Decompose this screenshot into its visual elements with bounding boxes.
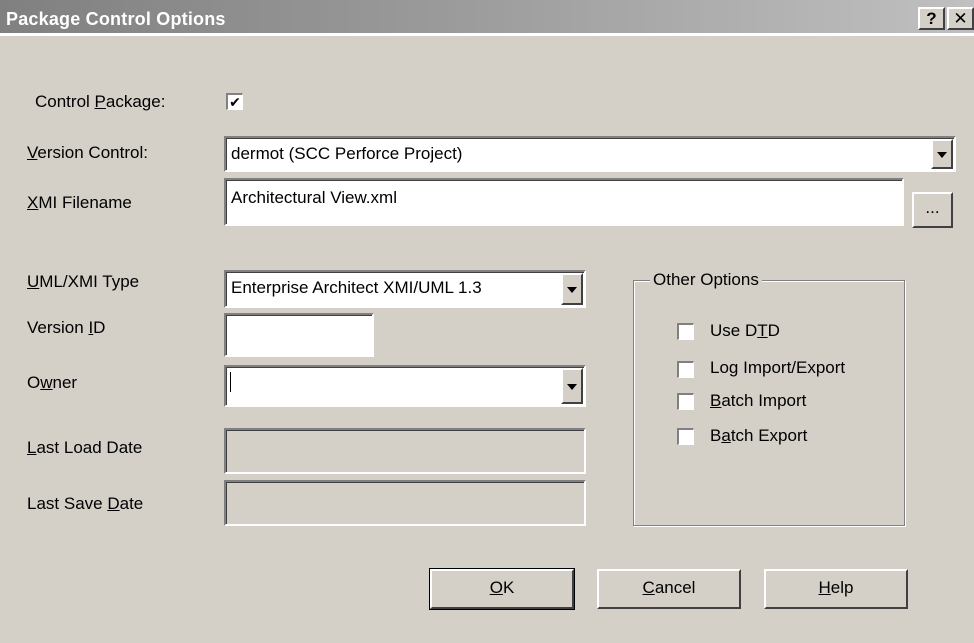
log-import-export-label[interactable]: Log Import/Export — [710, 358, 845, 378]
xmi-filename-value: Architectural View.xml — [231, 188, 397, 207]
use-dtd-checkbox[interactable] — [677, 323, 694, 340]
text-cursor — [230, 372, 231, 392]
last-load-date-field — [224, 428, 586, 474]
version-id-label: Version ID — [27, 318, 106, 337]
version-control-select[interactable]: dermot (SCC Perforce Project) — [224, 136, 956, 172]
xmi-filename-field[interactable]: Architectural View.xml — [224, 178, 904, 226]
last-load-date-label: Last Load Date — [27, 438, 143, 457]
other-options-group: Other Options Use DTD Log Import/Export … — [633, 270, 905, 526]
last-save-date-label: Last Save Date — [27, 494, 144, 513]
batch-import-label[interactable]: Batch Import — [710, 391, 806, 411]
control-package-checkbox[interactable]: ✔ — [226, 93, 243, 110]
close-icon[interactable]: ✕ — [947, 7, 974, 30]
batch-import-checkbox[interactable] — [677, 393, 694, 410]
batch-export-checkbox[interactable] — [677, 428, 694, 445]
owner-select[interactable] — [224, 365, 586, 407]
help-icon[interactable]: ? — [918, 7, 945, 30]
ok-button[interactable]: OK — [429, 568, 575, 610]
version-control-value: dermot (SCC Perforce Project) — [231, 144, 463, 163]
chevron-down-icon[interactable] — [561, 368, 583, 404]
version-control-label: Version Control: — [27, 143, 148, 162]
chevron-down-icon[interactable] — [931, 139, 953, 169]
use-dtd-label[interactable]: Use DTD — [710, 321, 780, 341]
version-id-field[interactable] — [224, 313, 374, 357]
uml-xmi-type-select[interactable]: Enterprise Architect XMI/UML 1.3 — [224, 270, 586, 308]
checkmark-icon: ✔ — [229, 94, 241, 110]
last-save-date-field — [224, 480, 586, 526]
log-import-export-checkbox[interactable] — [677, 361, 694, 378]
batch-export-label[interactable]: Batch Export — [710, 426, 807, 446]
owner-label: Owner — [27, 373, 78, 392]
window-title: Package Control Options — [6, 9, 226, 29]
uml-xmi-type-label: UML/XMI Type — [27, 272, 140, 291]
xmi-filename-label: XMI Filename — [27, 193, 132, 212]
cancel-button[interactable]: Cancel — [597, 569, 741, 609]
package-control-options-dialog: Package Control Options ? ✕ Control Pack… — [0, 0, 974, 643]
control-package-label: Control Package: — [35, 92, 166, 111]
other-options-legend: Other Options — [650, 270, 762, 290]
chevron-down-icon[interactable] — [561, 273, 583, 305]
title-bar[interactable]: Package Control Options ? ✕ — [0, 0, 974, 36]
browse-button[interactable]: ... — [912, 192, 953, 228]
uml-xmi-type-value: Enterprise Architect XMI/UML 1.3 — [231, 278, 482, 297]
help-button[interactable]: Help — [764, 569, 908, 609]
